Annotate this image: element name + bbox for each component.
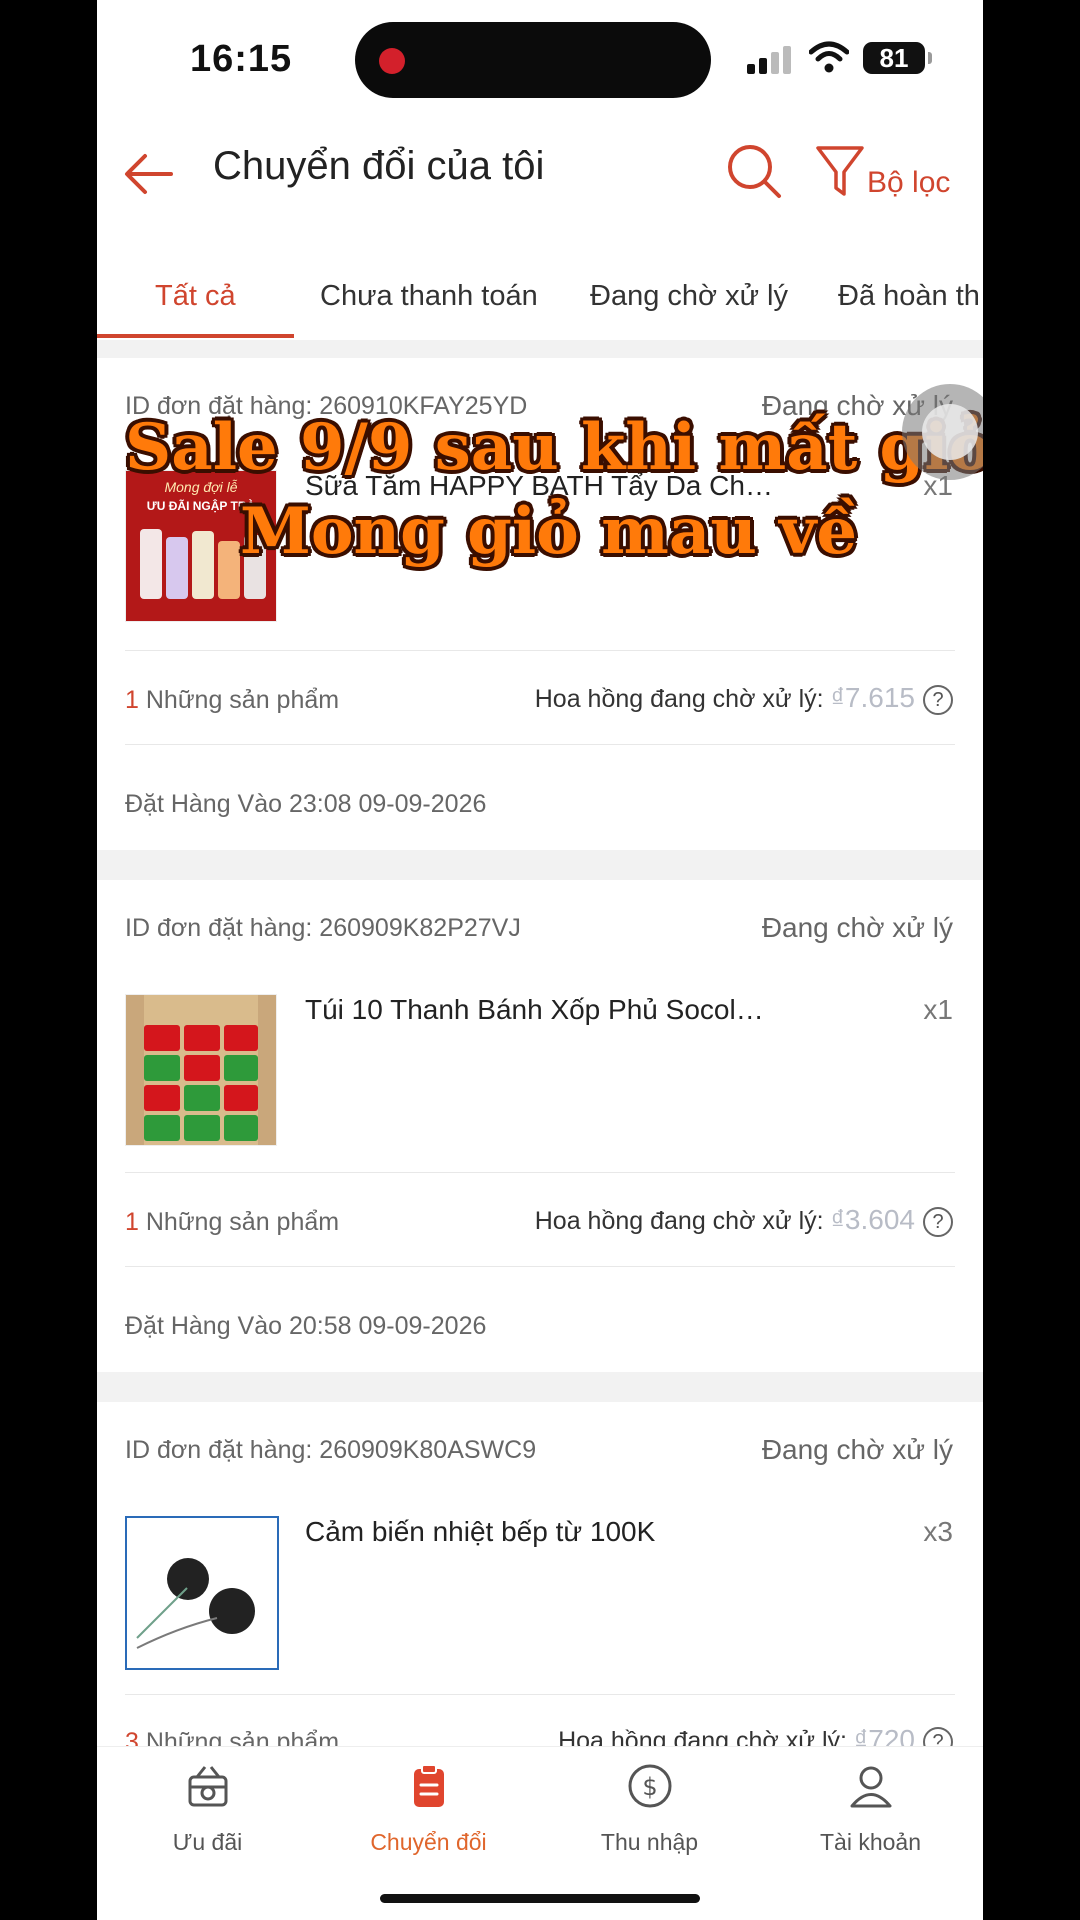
back-arrow-icon[interactable]: [121, 146, 177, 202]
kitkat-pack-image: [224, 1085, 258, 1111]
kitkat-pack-image: [144, 1025, 180, 1051]
nav-label: Tài khoản: [819, 1829, 921, 1855]
divider: [125, 744, 955, 745]
recording-dot-icon: [379, 48, 405, 74]
product-thumbnail: [125, 994, 277, 1146]
bottle-image: [192, 531, 214, 599]
order-card[interactable]: ID đơn đặt hàng: 260910KFAY25YD Đang chờ…: [97, 358, 983, 850]
items-count: 1 Những sản phẩm: [125, 686, 340, 714]
battery-indicator: 81: [863, 42, 932, 74]
home-indicator[interactable]: [380, 1894, 700, 1903]
tab-completed[interactable]: Đã hoàn th: [838, 280, 980, 313]
status-bar: 16:15 81: [97, 0, 983, 120]
order-id: ID đơn đặt hàng: 260909K80ASWC9: [125, 1436, 537, 1464]
order-date: Đặt Hàng Vào 20:58 09-09-2026: [125, 1312, 487, 1340]
gift-icon: [188, 1766, 228, 1807]
clipboard-icon: [414, 1764, 444, 1807]
help-icon[interactable]: ?: [923, 685, 953, 716]
nav-label: Thu nhập: [600, 1829, 699, 1855]
product-name: Sữa Tắm HAPPY BATH Tẩy Da Chết Nhẹ N...: [305, 470, 775, 501]
bottle-image: [166, 537, 188, 599]
nav-income[interactable]: $ Thu nhập: [539, 1747, 760, 1867]
kitkat-pack-image: [184, 1055, 220, 1081]
commission-amount: ₫7.615: [830, 682, 915, 713]
product-thumbnail: Mong đợi lễ ƯU ĐÃI NGẬP TRÀ: [125, 470, 277, 622]
product-quantity: x1: [923, 994, 953, 1025]
product-quantity: x3: [923, 1516, 953, 1547]
status-tabs: Tất cả Chưa thanh toán Đang chờ xử lý Đã…: [97, 250, 983, 338]
search-icon[interactable]: [725, 142, 783, 200]
commission-pending: Hoa hồng đang chờ xử lý: ₫3.604?: [535, 1204, 953, 1238]
milo-pack-image: [184, 1115, 220, 1141]
svg-text:$: $: [642, 1773, 657, 1801]
milo-pack-image: [224, 1055, 258, 1081]
dynamic-island: [355, 22, 711, 98]
order-id: ID đơn đặt hàng: 260910KFAY25YD: [125, 392, 528, 420]
product-name: Cảm biến nhiệt bếp từ 100K: [305, 1516, 656, 1547]
app-screen: 16:15 81 Chuyển đổi của tôi Bộ lọc Tất c…: [97, 0, 983, 1920]
active-tab-indicator: [97, 334, 294, 338]
tab-pending[interactable]: Đang chờ xử lý: [590, 280, 788, 313]
nav-label: Ưu đãi: [172, 1829, 243, 1855]
status-time: 16:15: [190, 38, 293, 80]
dollar-icon: $: [628, 1764, 672, 1808]
product-name: Túi 10 Thanh Bánh Xốp Phủ Socola KitKat.…: [305, 994, 775, 1025]
order-id: ID đơn đặt hàng: 260909K82P27VJ: [125, 914, 521, 942]
filter-label: Bộ lọc: [867, 166, 951, 199]
filter-button[interactable]: Bộ lọc: [815, 144, 963, 204]
nav-label: Chuyển đổi: [370, 1829, 487, 1855]
divider: [125, 650, 955, 651]
page-header: Chuyển đổi của tôi Bộ lọc Tất cả Chưa th…: [97, 120, 983, 340]
product-thumbnail: [125, 1516, 279, 1670]
thumbnail-promo-text: Mong đợi lễ: [164, 479, 238, 495]
tab-unpaid[interactable]: Chưa thanh toán: [320, 280, 538, 313]
kitkat-pack-image: [184, 1025, 220, 1051]
order-date: Đặt Hàng Vào 23:08 09-09-2026: [125, 790, 487, 818]
milo-pack-image: [144, 1115, 180, 1141]
divider: [125, 1172, 955, 1173]
commission-pending: Hoa hồng đang chờ xử lý: ₫7.615?: [535, 682, 953, 716]
order-card[interactable]: ID đơn đặt hàng: 260909K82P27VJ Đang chờ…: [97, 880, 983, 1372]
bottle-image: [218, 541, 240, 599]
user-icon: [850, 1766, 892, 1808]
order-card[interactable]: ID đơn đặt hàng: 260909K80ASWC9 Đang chờ…: [97, 1402, 983, 1758]
cellular-signal-icon: [747, 44, 795, 74]
milo-pack-image: [224, 1115, 258, 1141]
divider: [125, 1266, 955, 1267]
divider: [125, 1694, 955, 1695]
items-count: 1 Những sản phẩm: [125, 1208, 340, 1236]
nav-account[interactable]: Tài khoản: [760, 1747, 981, 1867]
bottle-image: [244, 535, 266, 599]
thumbnail-promo-banner: ƯU ĐÃI NGẬP TRÀ: [146, 499, 256, 513]
nav-conversions[interactable]: Chuyển đổi: [318, 1747, 539, 1867]
sensor-cable-image: [136, 1587, 218, 1649]
tab-all[interactable]: Tất cả: [155, 280, 236, 313]
milo-pack-image: [184, 1085, 220, 1111]
order-status: Đang chờ xử lý: [761, 912, 953, 943]
wifi-icon: [809, 41, 849, 73]
milo-pack-image: [144, 1055, 180, 1081]
kitkat-pack-image: [144, 1085, 180, 1111]
funnel-icon: [816, 146, 864, 196]
order-status: Đang chờ xử lý: [761, 1434, 953, 1465]
commission-amount: ₫3.604: [830, 1204, 915, 1235]
bottle-image: [140, 529, 162, 599]
help-icon[interactable]: ?: [923, 1207, 953, 1238]
page-title: Chuyển đổi của tôi: [213, 144, 545, 188]
nav-offers[interactable]: Ưu đãi: [97, 1747, 318, 1867]
kitkat-pack-image: [224, 1025, 258, 1051]
